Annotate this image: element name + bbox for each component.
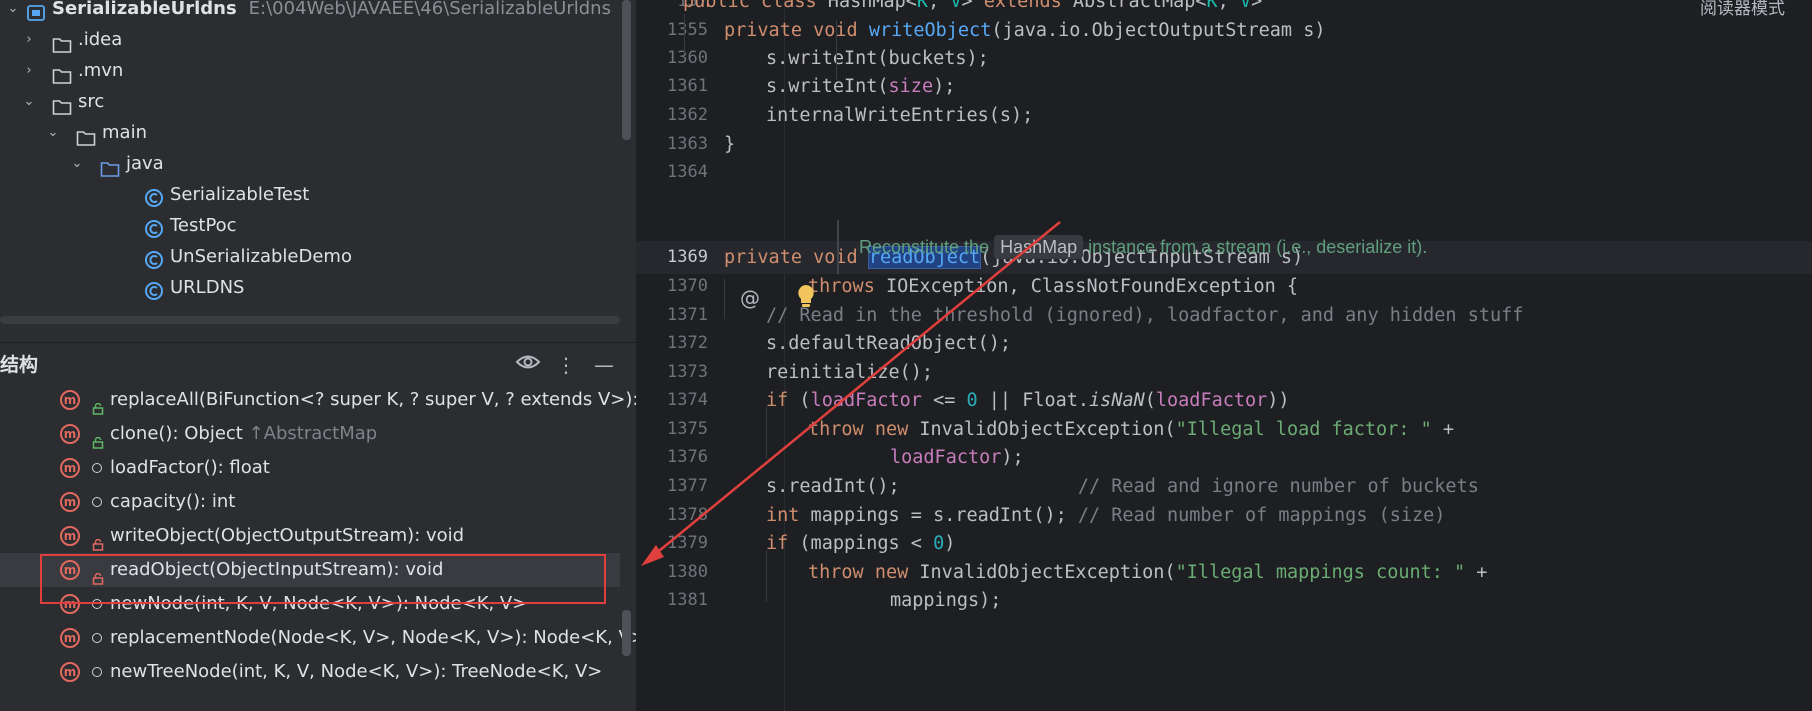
line-number: 1381 [667, 590, 708, 610]
code-text: mappings); [890, 590, 1002, 611]
reader-mode-button[interactable]: 阅读器模式 [1700, 0, 1785, 19]
code-editor[interactable]: 137 public class HashMap<K, V> extends Ab… [636, 0, 1812, 711]
method-icon: m [60, 628, 80, 648]
structure-scrollbar[interactable] [622, 610, 631, 656]
package-visibility-icon [92, 633, 102, 643]
indent-guide [836, 20, 837, 80]
structure-method-item[interactable]: m capacity(): int [0, 485, 636, 519]
rendered-doc-comment: Reconstitute the HashMap instance from a… [837, 220, 1812, 274]
code-line[interactable]: 1364 [636, 156, 1812, 189]
doc-comment-code: HashMap [994, 235, 1084, 259]
minimize-icon[interactable]: — [590, 351, 618, 379]
method-icon: m [60, 390, 80, 410]
more-options-icon[interactable]: ⋮ [552, 351, 580, 379]
indent-guide [724, 279, 725, 319]
method-icon: m [60, 526, 80, 546]
structure-member-list: m replaceAll(BiFunction<? super K, ? supe… [0, 388, 636, 711]
line-number: 1364 [667, 162, 708, 182]
code-line[interactable]: 1381 mappings); [636, 584, 1812, 617]
left-tool-pane: ⌄ SerializableUrldns E:\004Web\JAVAEE\46\S… [0, 0, 636, 711]
package-visibility-icon [92, 497, 102, 507]
doc-comment-bar [837, 220, 839, 274]
tree-item-label: URLDNS [170, 277, 245, 298]
public-visibility-icon [92, 427, 104, 449]
structure-method-item[interactable]: m writeObject(ObjectOutputStream): void [0, 519, 636, 553]
project-tree: ⌄ SerializableUrldns E:\004Web\JAVAEE\46\S… [0, 0, 620, 332]
method-label: newTreeNode(int, K, V, Node<K, V>): Tree… [110, 661, 603, 682]
private-visibility-icon [92, 529, 104, 551]
tree-item[interactable]: URLDNS [0, 270, 620, 306]
red-annotation-box [40, 554, 606, 604]
method-label: replaceAll(BiFunction<? super K, ? super… [110, 389, 636, 410]
indent-guide [766, 407, 767, 459]
method-icon: m [60, 424, 80, 444]
class-icon [144, 278, 164, 314]
public-visibility-icon [92, 393, 104, 415]
method-label: replacementNode(Node<K, V>, Node<K, V>):… [110, 627, 636, 648]
structure-method-item[interactable]: m clone(): Object ↑AbstractMap [0, 417, 636, 451]
structure-panel-header: 结构 ⋮ — [0, 342, 636, 387]
structure-method-item[interactable]: m replaceAll(BiFunction<? super K, ? supe… [0, 388, 636, 417]
method-icon: m [60, 662, 80, 682]
method-icon: m [60, 492, 80, 512]
method-icon: m [60, 458, 80, 478]
structure-method-item[interactable]: m newTreeNode(int, K, V, Node<K, V>): Tre… [0, 655, 636, 689]
structure-panel-title: 结构 [0, 354, 39, 376]
override-marker-icon[interactable]: @ [737, 285, 763, 311]
structure-method-item[interactable]: m replacementNode(Node<K, V>, Node<K, V>)… [0, 621, 636, 655]
doc-comment-text: Reconstitute the HashMap instance from a… [859, 235, 1428, 259]
package-visibility-icon [92, 667, 102, 677]
lightbulb-icon[interactable] [794, 283, 820, 313]
method-label: capacity(): int [110, 491, 236, 512]
method-label: clone(): Object ↑AbstractMap [110, 423, 378, 444]
method-label: writeObject(ObjectOutputStream): void [110, 525, 465, 546]
indent-guide [766, 550, 767, 602]
structure-method-item[interactable]: m loadFactor(): float [0, 451, 636, 485]
package-visibility-icon [92, 463, 102, 473]
eye-icon[interactable] [514, 351, 542, 379]
project-tree-horizontal-scrollbar[interactable] [0, 316, 620, 324]
method-label: loadFactor(): float [110, 457, 270, 478]
project-tree-scrollbar[interactable] [622, 0, 631, 140]
indent-guide [684, 14, 685, 54]
